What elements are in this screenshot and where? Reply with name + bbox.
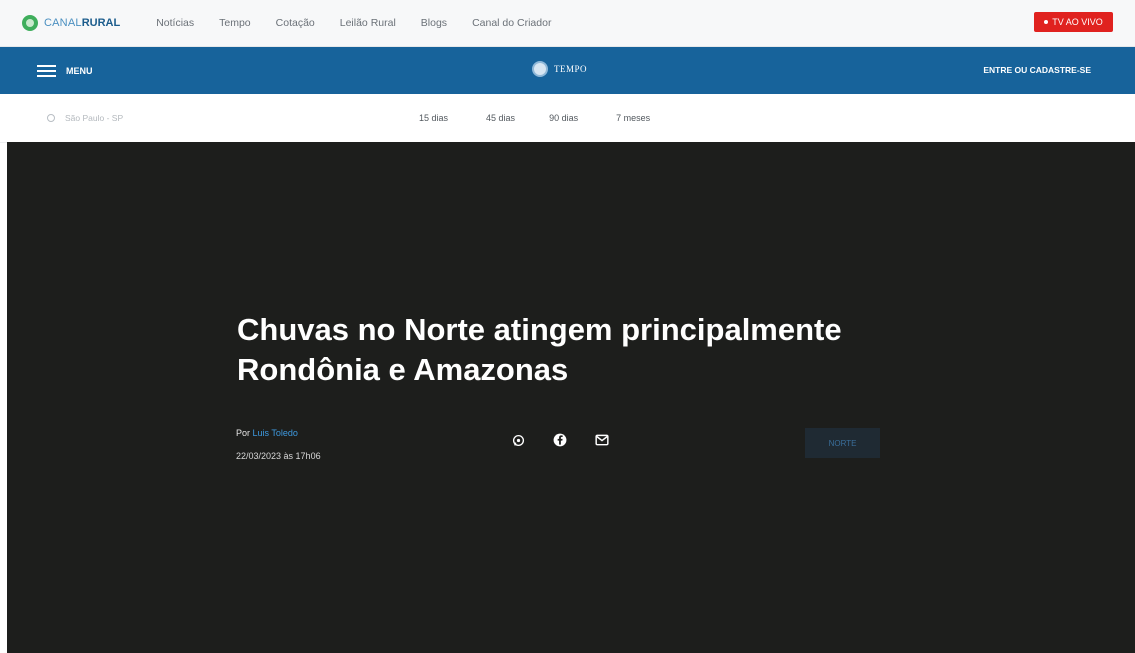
email-icon[interactable] <box>595 433 609 447</box>
tv-ao-vivo-button[interactable]: TV AO VIVO <box>1034 12 1113 32</box>
logo-text-prefix: CANAL <box>44 17 82 29</box>
nav-item-tempo[interactable]: Tempo <box>219 17 251 29</box>
city-selector[interactable]: São Paulo - SP <box>47 113 123 123</box>
author-link[interactable]: Luis Toledo <box>253 428 298 438</box>
share-buttons <box>511 433 637 447</box>
hamburger-icon <box>37 64 56 77</box>
live-dot-icon <box>1044 20 1049 24</box>
period-7-meses[interactable]: 7 meses <box>616 113 650 123</box>
section-header-bar: MENU TEMPO ENTRE OU CADASTRE-SE <box>0 47 1135 94</box>
article-byline: Por Luis Toledo <box>236 428 298 438</box>
city-label: São Paulo - SP <box>65 113 124 123</box>
canal-rural-logo[interactable]: CANAL RURAL <box>22 15 120 31</box>
article-headline: Chuvas no Norte atingem principalmente R… <box>237 312 842 387</box>
login-register-link[interactable]: ENTRE OU CADASTRE-SE <box>983 65 1091 75</box>
facebook-icon[interactable] <box>553 433 567 447</box>
period-45-dias[interactable]: 45 dias <box>486 113 515 123</box>
nav-item-blogs[interactable]: Blogs <box>421 17 447 29</box>
tempo-section-logo[interactable]: TEMPO <box>532 61 587 77</box>
region-tag[interactable]: NORTE <box>805 428 880 458</box>
nav-item-canal-do-criador[interactable]: Canal do Criador <box>472 17 551 29</box>
nav-item-cotacao[interactable]: Cotação <box>276 17 315 29</box>
menu-button[interactable]: MENU <box>37 64 93 77</box>
canal-rural-logo-icon <box>22 15 38 31</box>
nav-item-leilao-rural[interactable]: Leilão Rural <box>340 17 396 29</box>
nav-item-noticias[interactable]: Notícias <box>156 17 194 29</box>
forecast-bar: São Paulo - SP 15 dias 45 dias 90 dias 7… <box>0 95 1135 143</box>
period-90-dias[interactable]: 90 dias <box>549 113 578 123</box>
logo-text-suffix: RURAL <box>81 17 121 29</box>
whatsapp-icon[interactable] <box>511 433 525 447</box>
period-15-dias[interactable]: 15 dias <box>419 113 448 123</box>
location-icon <box>47 114 55 122</box>
tv-ao-vivo-label: TV AO VIVO <box>1052 17 1103 27</box>
article-date: 22/03/2023 às 17h06 <box>236 451 321 461</box>
forecast-period-tabs: 15 dias 45 dias 90 dias 7 meses <box>419 113 688 123</box>
tempo-icon <box>532 61 548 77</box>
byline-prefix: Por <box>236 428 251 438</box>
tempo-section-label: TEMPO <box>554 64 588 74</box>
top-navigation: CANAL RURAL Notícias Tempo Cotação Leilã… <box>0 0 1135 47</box>
article-hero: Chuvas no Norte atingem principalmente R… <box>7 142 1135 653</box>
menu-label: MENU <box>66 65 93 76</box>
main-nav: Notícias Tempo Cotação Leilão Rural Blog… <box>156 17 576 29</box>
